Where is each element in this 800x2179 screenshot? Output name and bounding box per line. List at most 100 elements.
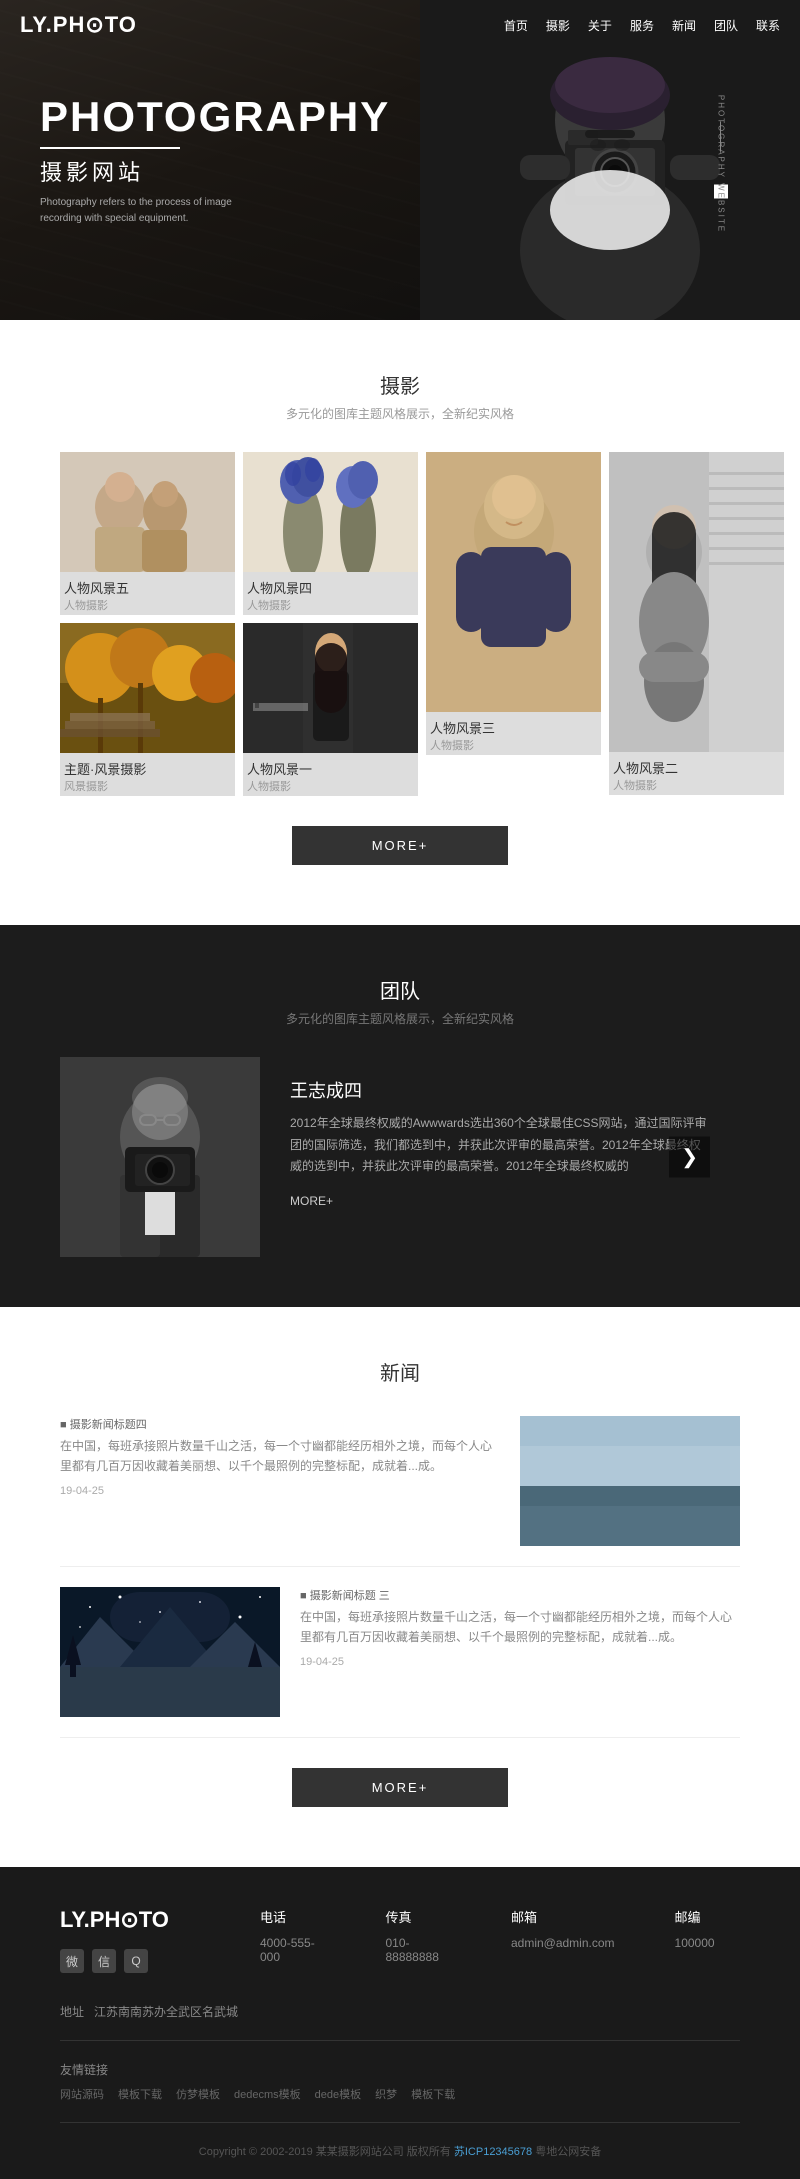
team-member-name: 王志成四 xyxy=(290,1077,710,1103)
photo-item-5[interactable]: 人物风景五 人物摄影 xyxy=(60,452,235,615)
footer-social-icons: 微 信 Q xyxy=(60,1949,200,1973)
news-more-button[interactable]: MORE+ xyxy=(292,1768,509,1807)
footer-links-section: 友情链接 网站源码 模板下载 仿梦模板 dedecms模板 dede模板 织梦 … xyxy=(60,2061,740,2102)
photo-sub-3: 人物摄影 xyxy=(430,737,597,753)
footer-top: LY.PH⊙TO 微 信 Q 电话 4000-555-000 传真 010-88… xyxy=(60,1907,740,1973)
footer-link-3[interactable]: 仿梦模板 xyxy=(176,2086,220,2102)
news-icon-2: ■ 摄影新闻标题 三 xyxy=(300,1587,740,1603)
footer-legal: 粤地公网安备 xyxy=(535,2146,601,2158)
site-header: LY.PH⊙TO 首页 摄影 关于 服务 新闻 团队 联系 xyxy=(0,0,800,50)
footer-link-4[interactable]: dedecms模板 xyxy=(234,2086,301,2102)
team-title: 团队 xyxy=(60,975,740,1004)
news-icon-1: ■ 摄影新闻标题四 xyxy=(60,1416,500,1432)
photo-title-1: 人物风景一 xyxy=(247,759,414,778)
photo-title-landscape: 主题·风景摄影 xyxy=(64,759,231,778)
team-subtitle: 多元化的图库主题风格展示，全新纪实风格 xyxy=(60,1010,740,1027)
news-date-2: 19-04-25 xyxy=(300,1656,740,1668)
footer-zip-value: 100000 xyxy=(675,1936,740,1950)
footer-wechat-icon[interactable]: 信 xyxy=(92,1949,116,1973)
news-more-wrap: MORE+ xyxy=(60,1768,740,1807)
hero-title-en: PHOTOGRAPHY xyxy=(40,93,390,141)
photo-sub-1: 人物摄影 xyxy=(247,778,414,794)
footer-link-6[interactable]: 织梦 xyxy=(375,2086,397,2102)
footer-email-col: 邮箱 admin@admin.com xyxy=(511,1907,615,1973)
hero-subtitle: Photography refers to the process of ima… xyxy=(40,195,260,227)
footer-logo: LY.PH⊙TO xyxy=(60,1907,200,1933)
footer-icp-link[interactable]: 苏ICP12345678 xyxy=(454,2146,532,2158)
footer-address-value: 江苏南南苏办全武区名武城 xyxy=(94,2003,238,2020)
news-content-1: ■ 摄影新闻标题四 在中国，每班承接照片数量千山之活，每一个寸幽都能经历相外之境… xyxy=(60,1416,500,1497)
news-item-1: ■ 摄影新闻标题四 在中国，每班承接照片数量千山之活，每一个寸幽都能经历相外之境… xyxy=(60,1416,740,1567)
footer-logo-col: LY.PH⊙TO 微 信 Q xyxy=(60,1907,200,1973)
photo-title-4: 人物风景四 xyxy=(247,578,414,597)
news-content-2: ■ 摄影新闻标题 三 在中国，每班承接照片数量千山之活，每一个寸幽都能经历相外之… xyxy=(300,1587,740,1668)
photo-sub-4: 人物摄影 xyxy=(247,597,414,613)
team-member-photo xyxy=(60,1057,260,1257)
footer-links-title: 友情链接 xyxy=(60,2061,740,2078)
team-next-arrow[interactable]: ❯ xyxy=(669,1137,710,1178)
footer-fax-value: 010-88888888 xyxy=(385,1936,450,1964)
team-card: ❮ xyxy=(60,1057,740,1257)
footer-copyright: Copyright © 2002-2019 某某摄影网站公司 版权所有 苏ICP… xyxy=(60,2143,740,2159)
photo-item-landscape[interactable]: 主题·风景摄影 风景摄影 xyxy=(60,623,235,796)
news-image-1 xyxy=(520,1416,740,1546)
photo-item-1[interactable]: 人物风景一 人物摄影 xyxy=(243,623,418,796)
nav-contact[interactable]: 联系 xyxy=(756,17,780,34)
photo-title-2: 人物风景二 xyxy=(613,758,780,777)
news-date-1: 19-04-25 xyxy=(60,1485,500,1497)
nav-service[interactable]: 服务 xyxy=(630,17,654,34)
site-logo[interactable]: LY.PH⊙TO xyxy=(20,12,137,38)
photo-title-5: 人物风景五 xyxy=(64,578,231,597)
team-member-info: 王志成四 2012年全球最终权威的Awwwards选出360个全球最佳CSS网站… xyxy=(260,1057,740,1228)
photography-section: 摄影 多元化的图库主题风格展示，全新纪实风格 人物风景五 人物摄影 xyxy=(0,320,800,925)
news-item-2: ■ 摄影新闻标题 三 在中国，每班承接照片数量千山之活，每一个寸幽都能经历相外之… xyxy=(60,1587,740,1738)
footer-phone-value: 4000-555-000 xyxy=(260,1936,325,1964)
footer-qq-icon[interactable]: Q xyxy=(124,1949,148,1973)
photo-title-3: 人物风景三 xyxy=(430,718,597,737)
photo-item-3[interactable]: 人物风景三 人物摄影 xyxy=(426,452,601,755)
footer-zip-col: 邮编 100000 xyxy=(675,1907,740,1973)
news-text-1: 在中国，每班承接照片数量千山之活，每一个寸幽都能经历相外之境，而每个人心里都有几… xyxy=(60,1436,500,1477)
news-list: ■ 摄影新闻标题四 在中国，每班承接照片数量千山之活，每一个寸幽都能经历相外之境… xyxy=(60,1416,740,1738)
footer-link-items: 网站源码 模板下载 仿梦模板 dedecms模板 dede模板 织梦 模板下载 xyxy=(60,2086,740,2102)
photo-item-4[interactable]: 人物风景四 人物摄影 xyxy=(243,452,418,615)
main-nav: 首页 摄影 关于 服务 新闻 团队 联系 xyxy=(504,17,780,34)
hero-side-text: PHOTOGRAPHY WEBSITE xyxy=(716,95,725,233)
photography-subtitle: 多元化的图库主题风格展示，全新纪实风格 xyxy=(60,405,740,422)
photo-more-button[interactable]: MORE+ xyxy=(292,826,509,865)
photography-title: 摄影 xyxy=(60,370,740,399)
nav-photo[interactable]: 摄影 xyxy=(546,17,570,34)
nav-about[interactable]: 关于 xyxy=(588,17,612,34)
team-member-more[interactable]: MORE+ xyxy=(290,1194,710,1208)
nav-news[interactable]: 新闻 xyxy=(672,17,696,34)
footer-email-title: 邮箱 xyxy=(511,1907,615,1926)
nav-home[interactable]: 首页 xyxy=(504,17,528,34)
footer-address-label: 地址 xyxy=(60,2003,84,2020)
footer-phone-title: 电话 xyxy=(260,1907,325,1926)
photo-item-2[interactable]: 人物风景二 人物摄影 xyxy=(609,452,784,795)
news-title: 新闻 xyxy=(60,1357,740,1386)
footer-email-value: admin@admin.com xyxy=(511,1936,615,1950)
footer-phone-col: 电话 4000-555-000 xyxy=(260,1907,325,1973)
hero-text-block: PHOTOGRAPHY 摄影网站 Photography refers to t… xyxy=(40,93,390,227)
footer-link-5[interactable]: dede模板 xyxy=(315,2086,361,2102)
footer-weibo-icon[interactable]: 微 xyxy=(60,1949,84,1973)
nav-team[interactable]: 团队 xyxy=(714,17,738,34)
photo-sub-2: 人物摄影 xyxy=(613,777,780,793)
photo-sub-landscape: 风景摄影 xyxy=(64,778,231,794)
news-section: 新闻 ■ 摄影新闻标题四 在中国，每班承接照片数量千山之活，每一个寸幽都能经历相… xyxy=(0,1307,800,1867)
photo-more-wrap: MORE+ xyxy=(60,826,740,865)
news-image-2 xyxy=(60,1587,280,1717)
footer-address-row: 地址 江苏南南苏办全武区名武城 xyxy=(60,2003,740,2020)
footer-zip-title: 邮编 xyxy=(675,1907,740,1926)
footer-link-2[interactable]: 模板下载 xyxy=(118,2086,162,2102)
footer-link-1[interactable]: 网站源码 xyxy=(60,2086,104,2102)
footer-fax-title: 传真 xyxy=(385,1907,450,1926)
team-section: 团队 多元化的图库主题风格展示，全新纪实风格 ❮ xyxy=(0,925,800,1307)
footer-link-7[interactable]: 模板下载 xyxy=(411,2086,455,2102)
footer-fax-col: 传真 010-88888888 xyxy=(385,1907,450,1973)
site-footer: LY.PH⊙TO 微 信 Q 电话 4000-555-000 传真 010-88… xyxy=(0,1867,800,2179)
team-member-desc: 2012年全球最终权威的Awwwards选出360个全球最佳CSS网站，通过国际… xyxy=(290,1113,710,1178)
news-text-2: 在中国，每班承接照片数量千山之活，每一个寸幽都能经历相外之境，而每个人心里都有几… xyxy=(300,1607,740,1648)
hero-title-cn: 摄影网站 xyxy=(40,155,390,187)
